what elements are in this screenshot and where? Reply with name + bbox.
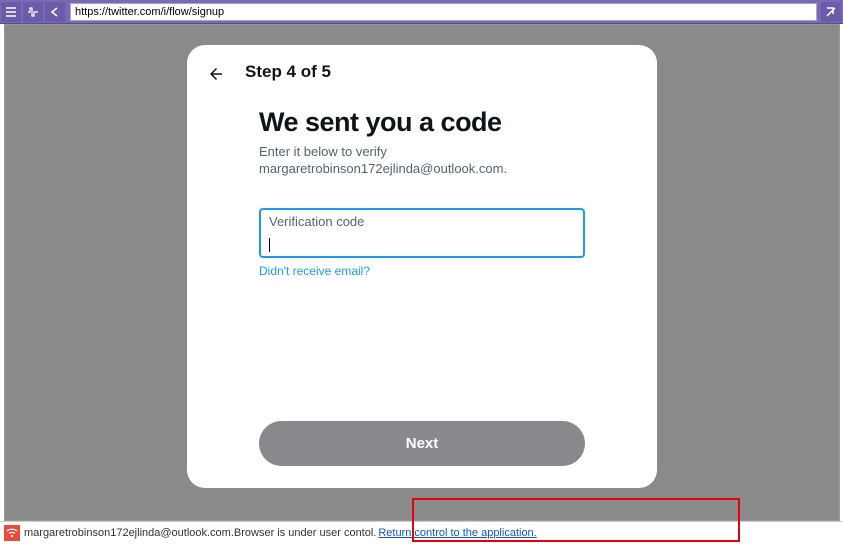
menu-icon[interactable] — [1, 2, 21, 22]
page-viewport: Step 4 of 5 We sent you a code Enter it … — [4, 24, 840, 521]
resend-email-link[interactable]: Didn't receive email? — [259, 264, 370, 278]
url-input[interactable] — [70, 3, 817, 21]
input-label: Verification code — [269, 214, 575, 229]
back-icon[interactable] — [45, 2, 65, 22]
status-bar: margaretrobinson172ejlinda@outlook.com. … — [0, 521, 843, 543]
signup-modal: Step 4 of 5 We sent you a code Enter it … — [187, 45, 657, 488]
go-icon[interactable] — [821, 2, 841, 22]
browser-toolbar — [0, 0, 843, 24]
modal-title: We sent you a code — [259, 107, 585, 138]
modal-subtitle: Enter it below to verify margaretrobinso… — [259, 144, 585, 178]
pulse-icon[interactable] — [23, 2, 43, 22]
back-arrow-button[interactable] — [201, 59, 231, 89]
return-control-link[interactable]: Return control to the application. — [378, 527, 536, 539]
status-message: Browser is under user contol. — [234, 527, 376, 539]
status-email: margaretrobinson172ejlinda@outlook.com. — [24, 527, 234, 539]
step-indicator: Step 4 of 5 — [245, 62, 331, 82]
wifi-icon — [4, 525, 20, 541]
verification-code-input[interactable]: Verification code — [259, 208, 585, 258]
next-button[interactable]: Next — [259, 421, 585, 466]
text-cursor — [269, 238, 270, 252]
